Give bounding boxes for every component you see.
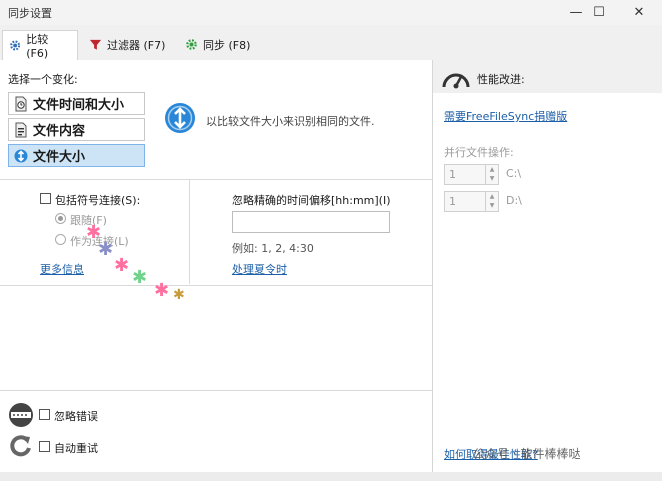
tab-sync-label: 同步 (F8) xyxy=(203,38,251,52)
sparkle-decoration: ✱ xyxy=(173,287,185,303)
dst-link[interactable]: 处理夏令时 xyxy=(232,261,287,277)
performance-panel: 性能改进: 需要FreeFileSync捐赠版 并行文件操作: 1 ▲ ▼ C:\… xyxy=(433,60,662,472)
parallel-ops-stepper-c[interactable]: 1 ▲ ▼ xyxy=(444,164,499,185)
stepper-value: 1 xyxy=(449,195,456,208)
speedometer-icon xyxy=(442,73,470,89)
tab-sync[interactable]: 同步 (F8) xyxy=(178,31,258,58)
tab-filter-label: 过滤器 (F7) xyxy=(107,38,166,52)
watermark: 公众号 · 软件棒棒哒 xyxy=(473,447,581,461)
sparkle-decoration: ✱ xyxy=(98,239,114,260)
info-size-icon xyxy=(165,103,195,133)
title-bar: 同步设置 — ☐ ✕ xyxy=(0,0,662,25)
follow-radio[interactable] xyxy=(55,213,66,224)
variant-size-label: 文件大小 xyxy=(33,150,86,165)
tab-filter[interactable]: 过滤器 (F7) xyxy=(82,31,174,58)
ignore-errors-label: 忽略错误 xyxy=(54,410,98,423)
include-symlinks-label: 包括符号连接(S): xyxy=(55,194,141,207)
retry-icon xyxy=(10,435,31,457)
variant-content-label: 文件内容 xyxy=(33,124,86,139)
variant-description: 以比较文件大小来识别相同的文件. xyxy=(206,115,375,128)
stepper-arrows-icon[interactable]: ▲ ▼ xyxy=(485,192,498,211)
divider xyxy=(0,179,432,180)
sparkle-decoration: ✱ xyxy=(132,267,148,288)
sparkle-decoration: ✱ xyxy=(114,255,130,276)
window-title: 同步设置 xyxy=(8,7,52,20)
auto-retry-label: 自动重试 xyxy=(54,442,98,455)
tab-compare[interactable]: 比较 (F6) xyxy=(2,30,78,60)
content-file-icon xyxy=(15,122,27,137)
variant-size-button[interactable]: 文件大小 xyxy=(8,144,145,167)
size-file-icon xyxy=(14,149,28,162)
time-shift-input[interactable] xyxy=(232,211,390,233)
divider xyxy=(189,180,190,284)
ignore-errors-checkbox[interactable] xyxy=(39,409,50,420)
tab-compare-label: 比较 (F6) xyxy=(26,33,49,60)
parallel-ops-label: 并行文件操作: xyxy=(444,146,514,159)
choose-variant-label: 选择一个变化: xyxy=(8,73,78,86)
clock-file-icon xyxy=(15,96,27,111)
variant-time-size-button[interactable]: 文件时间和大小 xyxy=(8,92,145,115)
funnel-icon xyxy=(89,39,102,50)
time-shift-label: 忽略精确的时间偏移[hh:mm](I) xyxy=(232,194,391,207)
variant-time-size-label: 文件时间和大小 xyxy=(33,98,125,113)
drive-label-c: C:\ xyxy=(506,167,522,180)
performance-title: 性能改进: xyxy=(477,73,525,86)
more-info-link[interactable]: 更多信息 xyxy=(40,261,84,277)
sparkle-decoration: ✱ xyxy=(154,280,170,301)
stepper-arrows-icon[interactable]: ▲ ▼ xyxy=(485,165,498,184)
gear-icon xyxy=(10,40,21,51)
time-shift-example: 例如: 1, 2, 4:30 xyxy=(232,242,314,255)
ignore-errors-icon xyxy=(9,403,33,427)
auto-retry-checkbox[interactable] xyxy=(39,441,50,452)
close-button[interactable]: ✕ xyxy=(616,0,662,25)
as-link-radio[interactable] xyxy=(55,234,66,245)
drive-label-d: D:\ xyxy=(506,194,522,207)
donate-edition-link[interactable]: 需要FreeFileSync捐赠版 xyxy=(444,108,567,124)
sync-gear-icon xyxy=(186,39,197,50)
compare-panel: 选择一个变化: 文件时间和大小 文件内容 文件大小 以比较文件大小来识别相同的文… xyxy=(0,60,433,472)
status-strip xyxy=(0,472,662,481)
divider xyxy=(0,390,432,391)
tab-bar: 比较 (F6) 过滤器 (F7) 同步 (F8) xyxy=(0,27,662,61)
include-symlinks-checkbox[interactable] xyxy=(40,193,51,204)
stepper-value: 1 xyxy=(449,168,456,181)
divider xyxy=(0,285,432,286)
parallel-ops-stepper-d[interactable]: 1 ▲ ▼ xyxy=(444,191,499,212)
variant-content-button[interactable]: 文件内容 xyxy=(8,118,145,141)
